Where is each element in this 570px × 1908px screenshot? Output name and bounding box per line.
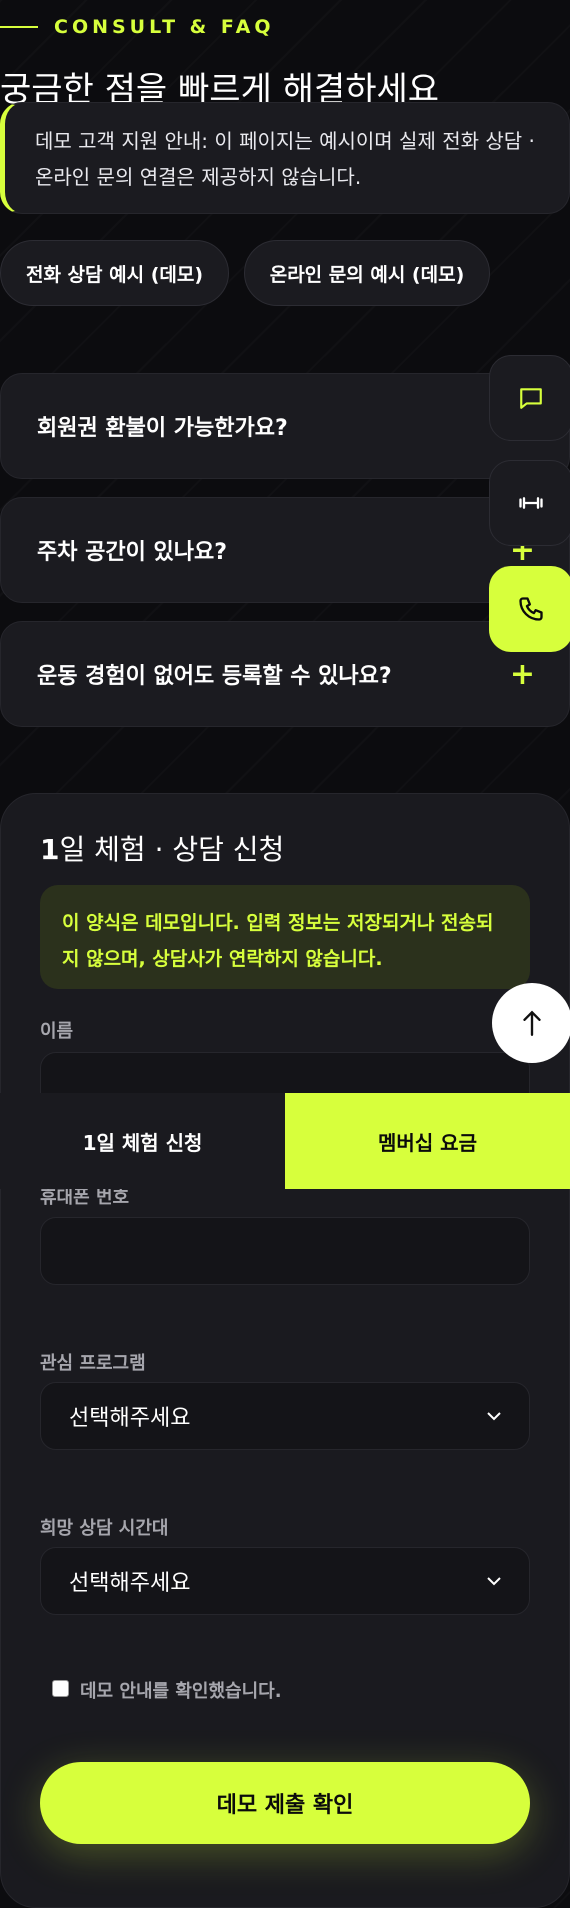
confirm-checkbox-label: 데모 안내를 확인했습니다. <box>80 1681 282 1702</box>
eyebrow-text: CONSULT & FAQ <box>54 16 275 38</box>
chevron-down-icon <box>487 1412 501 1421</box>
phone-icon <box>519 597 543 621</box>
time-label: 희망 상담 시간대 <box>40 1518 169 1539</box>
faq-question: 주차 공간이 있나요? <box>37 540 228 565</box>
faq-question: 회원권 환불이 가능한가요? <box>37 416 288 441</box>
dumbbell-icon <box>519 497 543 509</box>
plus-icon: + <box>509 656 535 692</box>
floating-chat-button[interactable] <box>489 355 570 441</box>
tab-trial[interactable]: 1일 체험 신청 <box>0 1093 285 1189</box>
name-label: 이름 <box>40 1021 74 1042</box>
form-title: 1일 체험 · 상담 신청 <box>40 833 285 866</box>
confirm-checkbox[interactable] <box>52 1680 69 1697</box>
eyebrow-line <box>0 26 38 28</box>
faq-question: 운동 경험이 없어도 등록할 수 있나요? <box>37 664 392 689</box>
program-select-value: 선택해주세요 <box>69 1406 191 1431</box>
scroll-top-button[interactable] <box>492 983 570 1063</box>
online-inquiry-button[interactable]: 온라인 문의 예시 (데모) <box>244 240 490 306</box>
faq-item[interactable]: 주차 공간이 있나요? + <box>0 497 570 603</box>
tab-membership[interactable]: 멤버십 요금 <box>285 1093 570 1189</box>
submit-button[interactable]: 데모 제출 확인 <box>40 1762 530 1844</box>
program-label: 관심 프로그램 <box>40 1353 146 1374</box>
bottom-tab-bar: 1일 체험 신청 멤버십 요금 <box>0 1093 570 1189</box>
phone-input[interactable] <box>40 1217 530 1285</box>
section-eyebrow: CONSULT & FAQ <box>0 16 275 38</box>
time-select[interactable]: 선택해주세요 <box>40 1547 530 1615</box>
phone-consult-button[interactable]: 전화 상담 예시 (데모) <box>0 240 229 306</box>
floating-phone-button[interactable] <box>489 566 570 652</box>
chevron-down-icon <box>487 1577 501 1586</box>
faq-item[interactable]: 회원권 환불이 가능한가요? + <box>0 373 570 479</box>
floating-program-button[interactable] <box>489 460 570 546</box>
faq-item[interactable]: 운동 경험이 없어도 등록할 수 있나요? + <box>0 621 570 727</box>
form-demo-warning: 이 양식은 데모입니다. 입력 정보는 저장되거나 전송되지 않으며, 상담사가… <box>40 885 530 989</box>
time-select-value: 선택해주세요 <box>69 1571 191 1596</box>
arrow-up-icon <box>523 1010 541 1036</box>
program-select[interactable]: 선택해주세요 <box>40 1382 530 1450</box>
chat-icon <box>520 388 542 409</box>
demo-notice: 데모 고객 지원 안내: 이 페이지는 예시이며 실제 전화 상담 · 온라인 … <box>0 102 570 214</box>
